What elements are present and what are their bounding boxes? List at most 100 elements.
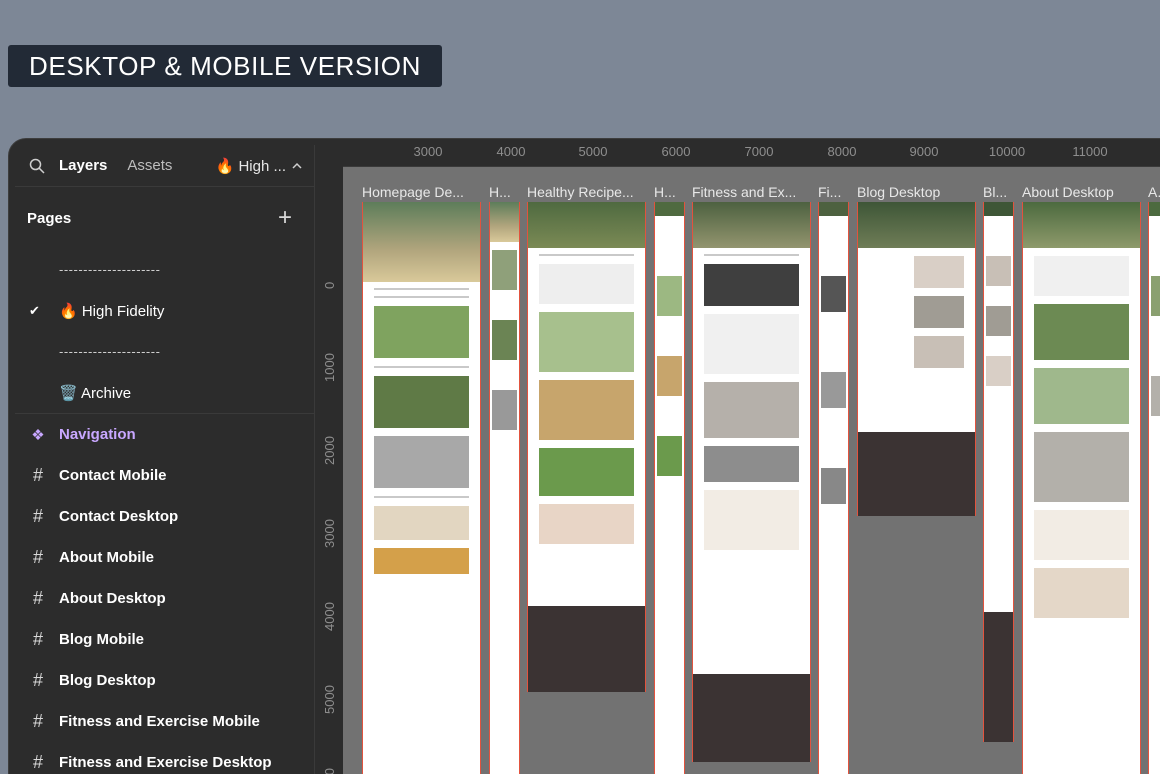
frame-label[interactable]: Homepage De... (362, 184, 480, 200)
layer-item-label: Blog Desktop (59, 672, 156, 689)
hero-image (362, 202, 481, 282)
image-placeholder (538, 380, 635, 440)
image-placeholder (492, 390, 517, 430)
image-placeholder (914, 296, 965, 328)
tab-layers[interactable]: Layers (59, 157, 107, 174)
frame-blog-mobile[interactable] (983, 202, 1014, 742)
design-canvas[interactable]: 3000 4000 5000 6000 7000 8000 9000 10000… (343, 139, 1160, 774)
frame-label[interactable]: Fitness and Ex... (692, 184, 810, 200)
frame-healthy-recipes-desktop[interactable] (527, 202, 646, 692)
page-item-label: 🗑️ Archive (59, 384, 132, 402)
image-placeholder (657, 356, 682, 396)
frame-homepage-mobile[interactable] (489, 202, 520, 774)
add-page-icon[interactable]: + (278, 204, 292, 232)
text-placeholder (373, 496, 470, 498)
icon-grid-placeholder (1033, 256, 1130, 296)
image-placeholder (538, 312, 635, 372)
frame-icon: # (32, 588, 43, 608)
frame-label[interactable]: A... (1148, 184, 1160, 200)
frame-label[interactable]: About Desktop (1022, 184, 1140, 200)
layer-item-label: Blog Mobile (59, 631, 144, 648)
ruler-tick: 5000 (578, 144, 608, 159)
layer-item-about-desktop[interactable]: # About Desktop (15, 578, 314, 619)
layer-item-fitness-mobile[interactable]: # Fitness and Exercise Mobile (15, 701, 314, 742)
layer-item-fitness-desktop[interactable]: # Fitness and Exercise Desktop (15, 742, 314, 774)
ruler-tick: 7000 (744, 144, 774, 159)
frame-label[interactable]: Bl... (983, 184, 1013, 200)
frame-healthy-recipes-mobile[interactable] (654, 202, 685, 774)
layer-item-label: About Mobile (59, 549, 154, 566)
layer-item-blog-mobile[interactable]: # Blog Mobile (15, 619, 314, 660)
frame-label[interactable]: Healthy Recipe... (527, 184, 645, 200)
ruler-tick: 11000 (1072, 144, 1108, 159)
frame-label[interactable]: H... (489, 184, 519, 200)
text-placeholder (373, 296, 470, 298)
frame-fitness-mobile[interactable] (818, 202, 849, 774)
ruler-tick: 8000 (827, 144, 857, 159)
frame-fitness-desktop[interactable] (692, 202, 811, 762)
checkmark-icon: ✔ (29, 302, 40, 318)
image-placeholder (703, 264, 800, 306)
frame-label[interactable]: H... (654, 184, 684, 200)
layer-item-label: Fitness and Exercise Desktop (59, 754, 272, 771)
frame-blog-desktop[interactable] (857, 202, 976, 516)
search-icon[interactable] (29, 158, 45, 174)
frame-footer (692, 674, 811, 762)
layer-item-navigation[interactable]: ❖ Navigation (15, 414, 314, 455)
frame-label[interactable]: Fi... (818, 184, 848, 200)
page-item-archive[interactable]: 🗑️ Archive (15, 372, 314, 413)
text-placeholder (538, 254, 635, 256)
image-placeholder (986, 356, 1011, 386)
hero-image (983, 202, 1014, 216)
image-placeholder (821, 276, 846, 312)
layer-item-contact-desktop[interactable]: # Contact Desktop (15, 496, 314, 537)
layer-item-contact-mobile[interactable]: # Contact Mobile (15, 455, 314, 496)
frame-label[interactable]: Blog Desktop (857, 184, 975, 200)
faq-placeholder (703, 490, 800, 550)
frame-icon: # (32, 752, 43, 772)
pricing-placeholder (373, 506, 470, 540)
page-separator[interactable]: --------------------- (15, 331, 314, 372)
layer-item-about-mobile[interactable]: # About Mobile (15, 537, 314, 578)
team-placeholder (1033, 432, 1130, 502)
text-placeholder (373, 288, 470, 290)
image-placeholder (373, 436, 470, 488)
frame-homepage-desktop[interactable] (362, 202, 481, 774)
image-placeholder (821, 468, 846, 504)
image-placeholder (1033, 368, 1130, 424)
frame-icon: # (32, 547, 43, 567)
hero-image (527, 202, 646, 248)
hero-image (1022, 202, 1141, 248)
image-placeholder (373, 548, 470, 574)
vertical-ruler: 0 1000 2000 3000 4000 5000 6000 (317, 167, 343, 774)
layer-item-blog-desktop[interactable]: # Blog Desktop (15, 660, 314, 701)
page-item-high-fidelity[interactable]: ✔ 🔥 High Fidelity (15, 290, 314, 331)
horizontal-ruler: 3000 4000 5000 6000 7000 8000 9000 10000… (343, 139, 1160, 167)
image-placeholder (1151, 376, 1160, 416)
frame-footer (857, 432, 976, 516)
ruler-tick: 6000 (661, 144, 691, 159)
image-placeholder (703, 382, 800, 438)
chevron-up-icon (292, 162, 302, 169)
layer-item-label: Contact Desktop (59, 508, 179, 525)
layer-item-label: Fitness and Exercise Mobile (59, 713, 260, 730)
tab-assets[interactable]: Assets (127, 157, 172, 174)
hero-image (818, 202, 849, 216)
image-placeholder (1033, 568, 1130, 618)
figma-window: Layers Assets 🔥 High ... Pages + -------… (8, 138, 1160, 774)
text-placeholder (703, 254, 800, 256)
ruler-tick: 4000 (496, 144, 526, 159)
image-placeholder (821, 372, 846, 408)
ruler-tick: 4000 (322, 602, 337, 631)
ruler-tick: 1000 (322, 353, 337, 382)
ruler-tick: 10000 (988, 144, 1026, 159)
frame-about-mobile[interactable] (1148, 202, 1160, 774)
layer-item-label: Contact Mobile (59, 467, 167, 484)
frame-about-desktop[interactable] (1022, 202, 1141, 774)
ruler-tick: 3000 (413, 144, 443, 159)
page-separator[interactable]: --------------------- (15, 249, 314, 290)
ruler-tick: 6000 (322, 768, 337, 774)
text-placeholder (373, 366, 470, 368)
hero-image (692, 202, 811, 248)
page-selector[interactable]: 🔥 High ... (216, 157, 302, 175)
